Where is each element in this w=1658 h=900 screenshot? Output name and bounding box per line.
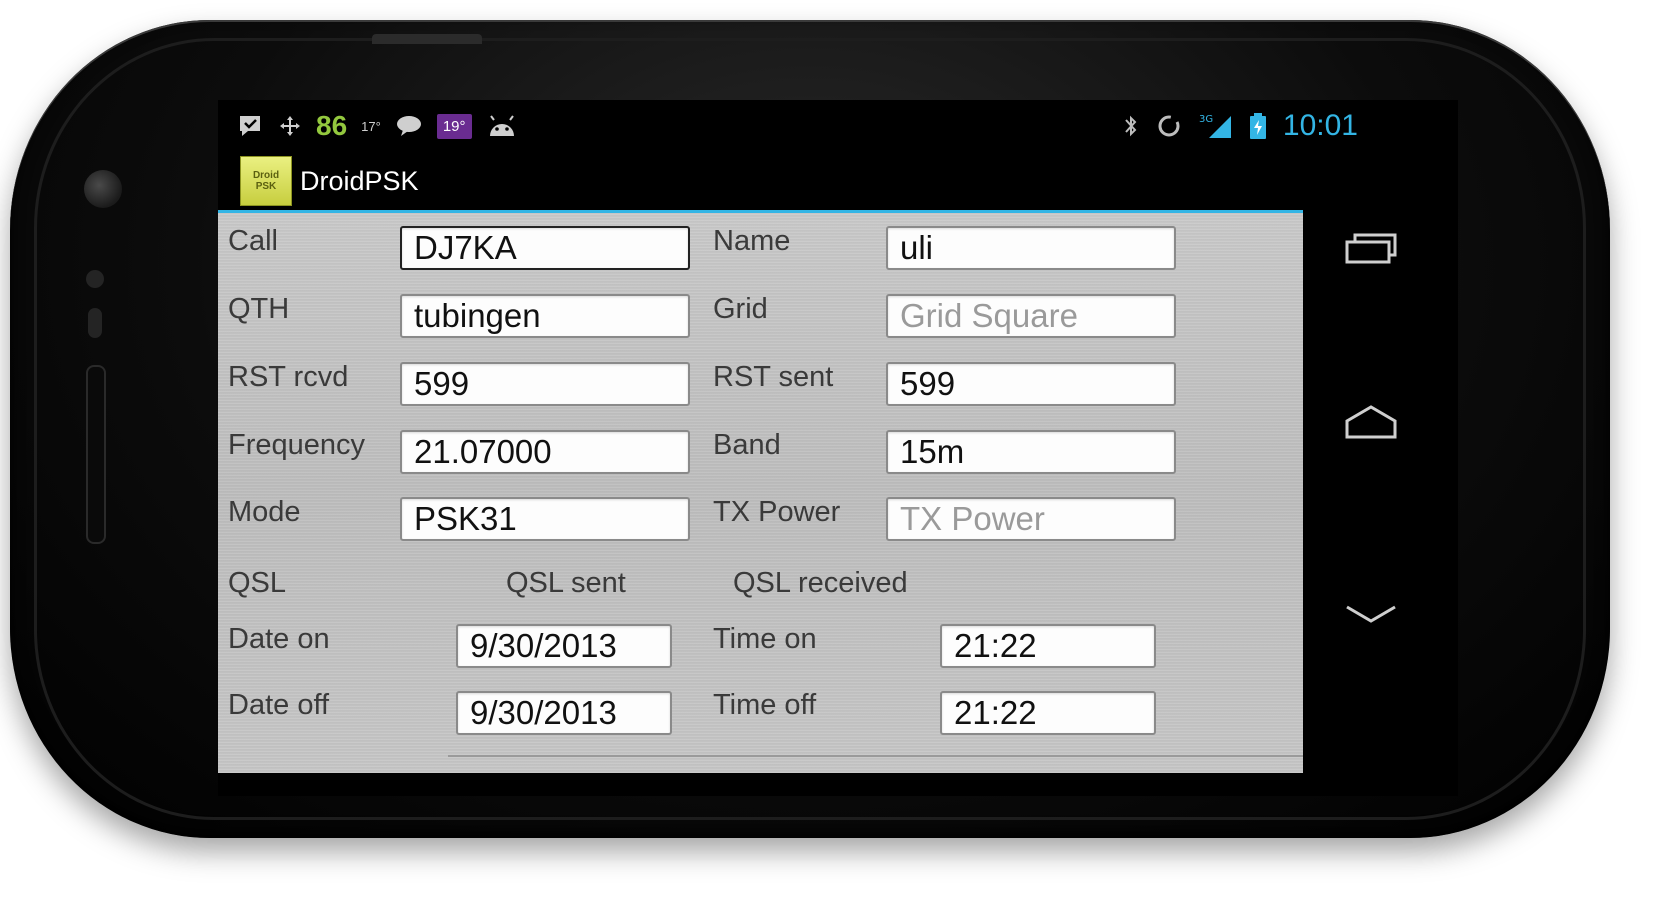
grid-label: Grid bbox=[713, 293, 768, 325]
notification-count: 86 bbox=[316, 110, 348, 141]
android-head-icon bbox=[486, 114, 518, 138]
time-on-label: Time on bbox=[713, 623, 817, 655]
navigation-bar bbox=[1303, 213, 1458, 773]
app-title: DroidPSK bbox=[300, 165, 419, 196]
front-camera bbox=[84, 170, 122, 208]
screen: 86 17° 19° 3G 10:01 Droid PSK DroidPSK C… bbox=[218, 100, 1458, 796]
time-off-input[interactable] bbox=[940, 691, 1156, 735]
call-label: Call bbox=[228, 225, 278, 257]
date-on-label: Date on bbox=[228, 623, 330, 655]
time-on-input[interactable] bbox=[940, 624, 1156, 668]
signal-icon: 3G bbox=[1199, 112, 1233, 140]
qsl-label: QSL bbox=[228, 567, 287, 599]
app-logo-line2: PSK bbox=[255, 181, 277, 192]
move-arrows-icon bbox=[278, 114, 302, 138]
recent-apps-button[interactable] bbox=[1321, 213, 1421, 283]
frequency-input[interactable] bbox=[400, 430, 690, 474]
power-button bbox=[372, 34, 482, 44]
date-off-label: Date off bbox=[228, 689, 330, 721]
status-bar: 86 17° 19° 3G 10:01 bbox=[218, 100, 1458, 152]
small-temperature: 17° bbox=[361, 118, 381, 134]
home-button[interactable] bbox=[1321, 388, 1421, 458]
frequency-label: Frequency bbox=[228, 429, 366, 461]
app-logo-icon[interactable]: Droid PSK bbox=[240, 156, 292, 206]
qsl-received-checkbox[interactable]: QSL received bbox=[733, 567, 908, 600]
qth-label: QTH bbox=[228, 293, 290, 325]
call-input[interactable] bbox=[400, 226, 690, 270]
light-sensor bbox=[86, 270, 104, 288]
checkmark-bubble-icon bbox=[236, 112, 264, 140]
phone-body: 86 17° 19° 3G 10:01 Droid PSK DroidPSK C… bbox=[10, 20, 1610, 838]
bluetooth-icon bbox=[1123, 113, 1139, 139]
proximity-sensor bbox=[88, 308, 102, 338]
rst-sent-input[interactable] bbox=[886, 362, 1176, 406]
network-type: 3G bbox=[1199, 114, 1213, 125]
date-on-input[interactable] bbox=[456, 624, 672, 668]
speaker-grille bbox=[86, 365, 106, 544]
rst-rcvd-input[interactable] bbox=[400, 362, 690, 406]
mode-input[interactable] bbox=[400, 497, 690, 541]
qsl-sent-checkbox[interactable]: QSL sent bbox=[506, 567, 626, 600]
rst-sent-label: RST sent bbox=[713, 361, 834, 393]
date-off-input[interactable] bbox=[456, 691, 672, 735]
tx-power-label: TX Power bbox=[713, 496, 841, 528]
chat-bubble-icon bbox=[395, 114, 423, 138]
time-off-label: Time off bbox=[713, 689, 817, 721]
system-icons: 3G 10:01 bbox=[1123, 100, 1458, 152]
name-input[interactable] bbox=[886, 226, 1176, 270]
scroll-edge-line bbox=[448, 755, 1303, 757]
app-logo-line1: Droid bbox=[252, 170, 280, 181]
stage: 86 17° 19° 3G 10:01 Droid PSK DroidPSK C… bbox=[0, 0, 1658, 900]
tx-power-input[interactable] bbox=[886, 497, 1176, 541]
band-label: Band bbox=[713, 429, 781, 461]
recent-apps-icon bbox=[1345, 233, 1397, 264]
qso-form: Call Name QTH Grid RST rcvd RST sent Fre… bbox=[218, 213, 1303, 773]
notification-icons: 86 17° 19° bbox=[218, 100, 518, 152]
battery-charging-icon bbox=[1249, 112, 1267, 140]
name-label: Name bbox=[713, 225, 791, 257]
back-button[interactable] bbox=[1321, 578, 1421, 648]
home-icon bbox=[1345, 405, 1397, 439]
action-bar: Droid PSK DroidPSK bbox=[218, 152, 1458, 210]
band-input[interactable] bbox=[886, 430, 1176, 474]
chevron-down-icon bbox=[1346, 605, 1396, 623]
rst-rcvd-label: RST rcvd bbox=[228, 361, 349, 393]
sync-icon bbox=[1155, 112, 1183, 140]
mode-label: Mode bbox=[228, 496, 301, 528]
qth-input[interactable] bbox=[400, 294, 690, 338]
weather-badge: 19° bbox=[436, 113, 472, 139]
clock: 10:01 bbox=[1282, 109, 1358, 142]
grid-input[interactable] bbox=[886, 294, 1176, 338]
